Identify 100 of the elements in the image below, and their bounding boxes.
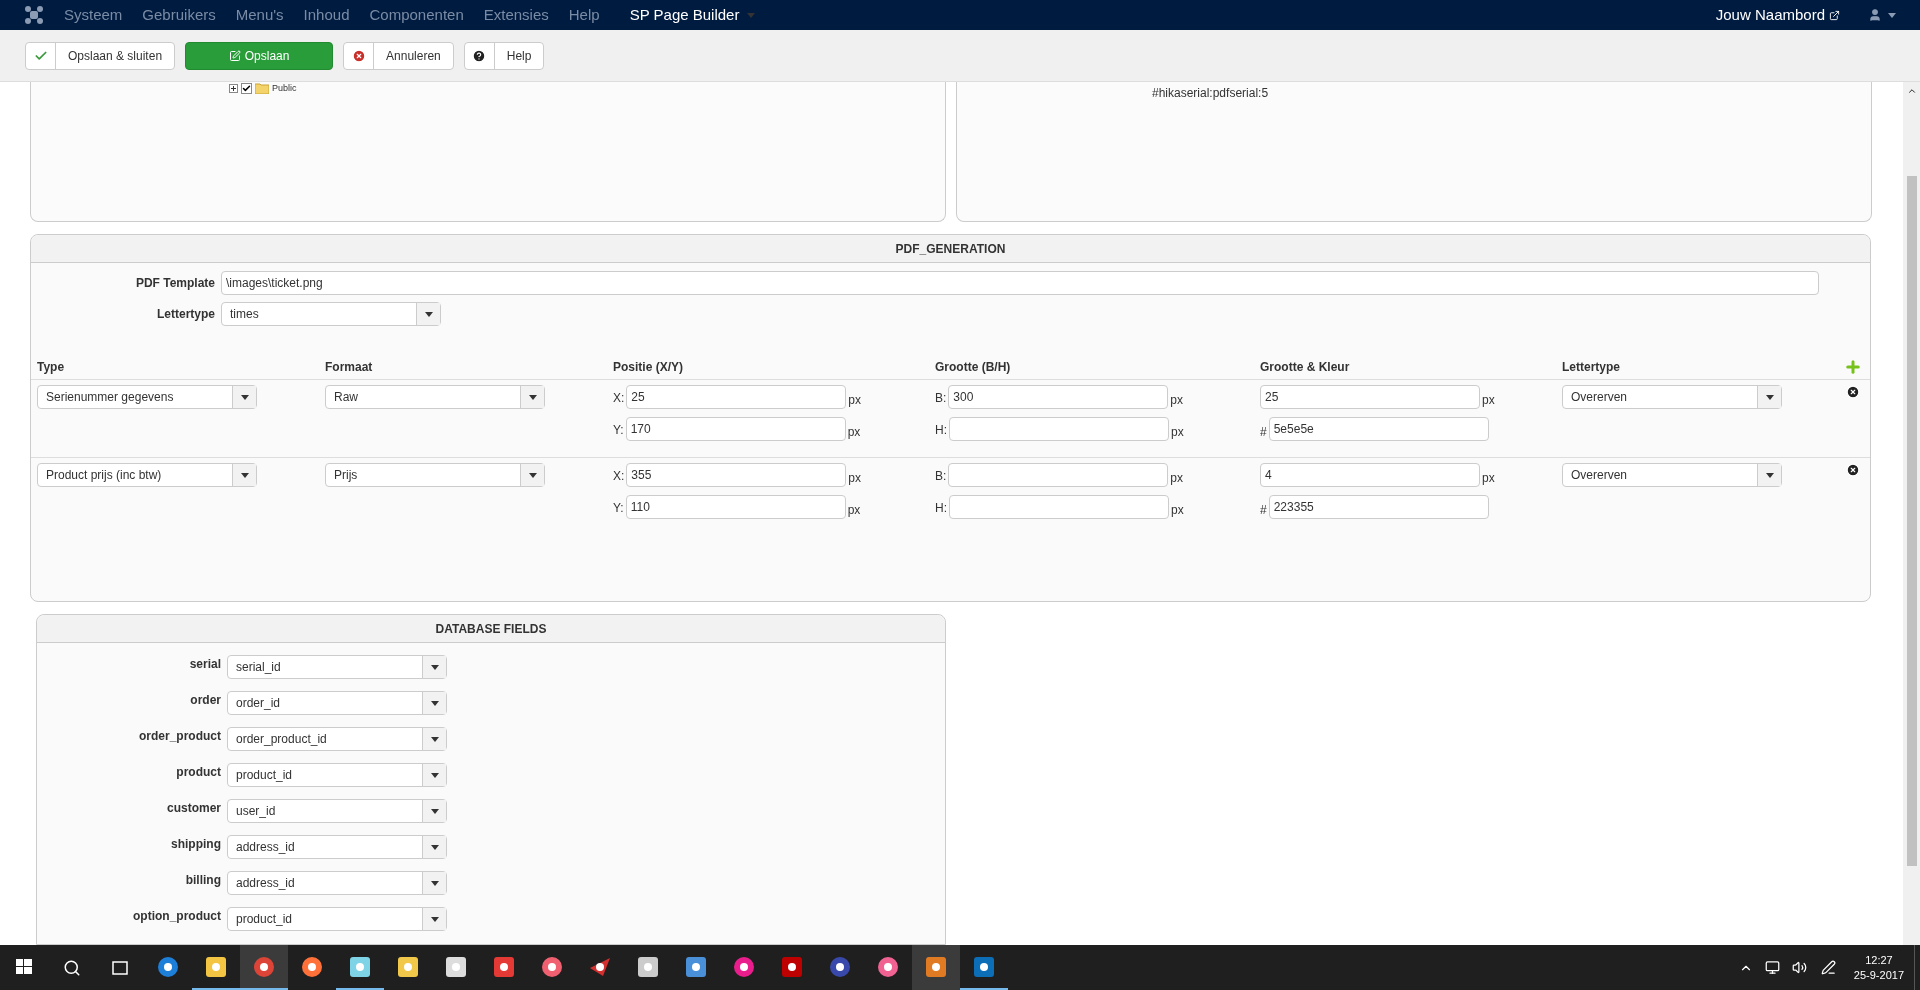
remove-icon[interactable] bbox=[1846, 385, 1860, 399]
caret-icon bbox=[430, 916, 439, 922]
app-icon bbox=[157, 955, 179, 978]
nav-menu-item[interactable]: SP Page Builder bbox=[629, 3, 756, 27]
input-field[interactable] bbox=[949, 417, 1169, 441]
select-field[interactable]: user_id bbox=[227, 799, 447, 823]
unit-label: px bbox=[1482, 392, 1495, 409]
hash-label: # bbox=[1260, 502, 1267, 519]
nav-menu-item[interactable]: Componenten bbox=[369, 3, 464, 27]
nav-menu-item[interactable]: Gebruikers bbox=[142, 3, 216, 27]
app-icon bbox=[781, 955, 803, 978]
unit-label: px bbox=[1170, 392, 1184, 409]
app-icon bbox=[637, 955, 659, 978]
input-field[interactable]: \images\ticket.png bbox=[221, 271, 1819, 295]
search-icon[interactable] bbox=[63, 958, 81, 977]
app-icon bbox=[973, 955, 995, 978]
app-icon bbox=[589, 955, 611, 978]
unit-label: px bbox=[1170, 470, 1184, 487]
field-label: Y: bbox=[613, 422, 624, 439]
help-button[interactable]: Help bbox=[463, 41, 545, 70]
panel-title: DATABASE FIELDS bbox=[435, 620, 547, 638]
field-label: product bbox=[175, 764, 222, 781]
volume-icon[interactable] bbox=[1791, 960, 1807, 975]
taskbar-app[interactable] bbox=[912, 945, 960, 990]
input-field[interactable]: 300 bbox=[948, 385, 1169, 409]
clock[interactable]: 12:27 25-9-2017 bbox=[1843, 952, 1914, 983]
caret-icon bbox=[240, 472, 249, 478]
caret-icon bbox=[424, 311, 433, 317]
site-link[interactable]: Jouw Naambord bbox=[1715, 3, 1840, 27]
select-field[interactable]: serial_id bbox=[227, 655, 447, 679]
field-label: Y: bbox=[613, 500, 624, 517]
select-field[interactable]: Serienummer gegevens bbox=[37, 385, 257, 409]
input-field[interactable]: 110 bbox=[625, 495, 846, 519]
input-field[interactable] bbox=[949, 495, 1169, 519]
nav-menu-item[interactable]: Help bbox=[568, 3, 600, 27]
field-label: serial bbox=[188, 656, 222, 673]
pen-icon[interactable] bbox=[1820, 960, 1836, 975]
select-field[interactable]: Overerven bbox=[1562, 463, 1782, 487]
app-icon bbox=[253, 955, 275, 978]
app-icon bbox=[877, 955, 899, 978]
remove-icon[interactable] bbox=[1846, 463, 1860, 477]
field-label: option_product bbox=[132, 908, 222, 925]
close-icon bbox=[351, 48, 366, 63]
app-icon bbox=[493, 955, 515, 978]
input-field[interactable]: 25 bbox=[626, 385, 847, 409]
joomla-logo-icon[interactable] bbox=[24, 5, 44, 25]
scroll-up-icon[interactable] bbox=[1906, 86, 1917, 96]
select-field[interactable]: Prijs bbox=[325, 463, 545, 487]
panel-title: PDF_GENERATION bbox=[895, 240, 1006, 258]
field-label: X: bbox=[613, 468, 625, 485]
unit-label: px bbox=[848, 392, 862, 409]
column-header: Positie (X/Y) bbox=[613, 358, 684, 376]
cancel-button[interactable]: Annuleren bbox=[343, 41, 454, 70]
select-field[interactable]: product_id bbox=[227, 763, 447, 787]
field-label: B: bbox=[935, 390, 947, 407]
select-field[interactable]: address_id bbox=[227, 835, 447, 859]
caret-icon bbox=[430, 808, 439, 814]
caret-icon bbox=[430, 736, 439, 742]
select-field[interactable]: times bbox=[221, 302, 441, 326]
save-button[interactable]: Opslaan bbox=[185, 41, 334, 70]
save-close-button[interactable]: Opslaan & sluiten bbox=[25, 41, 176, 70]
checkbox[interactable] bbox=[241, 83, 252, 95]
unit-label: px bbox=[847, 502, 861, 519]
expand-icon[interactable] bbox=[229, 84, 238, 94]
app-icon bbox=[541, 955, 563, 978]
nav-menu-item[interactable]: Inhoud bbox=[303, 3, 350, 27]
app-icon bbox=[445, 955, 467, 978]
network-icon[interactable] bbox=[1764, 960, 1780, 975]
nav-menu-item[interactable]: Menu's bbox=[235, 3, 284, 27]
column-header: Formaat bbox=[325, 358, 374, 376]
select-field[interactable]: Overerven bbox=[1562, 385, 1782, 409]
field-label: PDF Template bbox=[134, 275, 216, 292]
scrollbar-thumb[interactable] bbox=[1906, 176, 1917, 866]
column-header: Grootte (B/H) bbox=[935, 358, 1012, 376]
caret-icon bbox=[528, 394, 537, 400]
select-field[interactable]: product_id bbox=[227, 907, 447, 931]
select-field[interactable]: order_product_id bbox=[227, 727, 447, 751]
unit-label: px bbox=[1482, 470, 1495, 487]
nav-menu-item[interactable]: Systeem bbox=[64, 3, 123, 27]
taskbar-app[interactable] bbox=[240, 945, 288, 990]
nav-menu-item[interactable]: Extensies bbox=[483, 3, 549, 27]
select-field[interactable]: order_id bbox=[227, 691, 447, 715]
task-view-icon[interactable] bbox=[110, 960, 130, 975]
column-header: Grootte & Kleur bbox=[1260, 358, 1351, 376]
caret-icon bbox=[240, 394, 249, 400]
input-field[interactable]: 5e5e5e bbox=[1268, 417, 1489, 441]
select-field[interactable]: Product prijs (inc btw) bbox=[37, 463, 257, 487]
select-field[interactable]: address_id bbox=[227, 871, 447, 895]
app-icon bbox=[733, 955, 755, 978]
input-field[interactable]: 4 bbox=[1260, 463, 1480, 487]
input-field[interactable]: 355 bbox=[626, 463, 847, 487]
user-icon[interactable] bbox=[1868, 8, 1882, 22]
column-header: Type bbox=[37, 358, 66, 376]
caret-icon bbox=[430, 844, 439, 850]
input-field[interactable]: 223355 bbox=[1268, 495, 1489, 519]
input-field[interactable]: 170 bbox=[625, 417, 846, 441]
input-field[interactable]: 25 bbox=[1260, 385, 1480, 409]
input-field[interactable] bbox=[948, 463, 1169, 487]
select-field[interactable]: Raw bbox=[325, 385, 545, 409]
tree-item-label[interactable]: Public bbox=[272, 82, 297, 96]
